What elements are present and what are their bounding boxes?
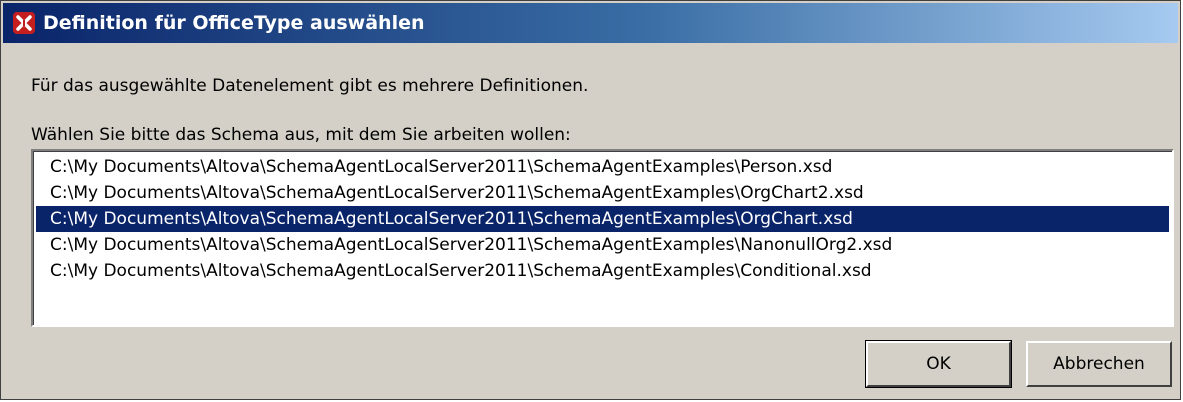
cancel-button[interactable]: Abbrechen [1026, 341, 1172, 387]
window-title: Definition für OfficeType auswählen [43, 12, 425, 34]
schema-list-item[interactable]: C:\My Documents\Altova\SchemaAgentLocalS… [36, 232, 1169, 258]
schema-list-item[interactable]: C:\My Documents\Altova\SchemaAgentLocalS… [36, 258, 1169, 284]
title-bar[interactable]: Definition für OfficeType auswählen [3, 3, 1178, 43]
schema-prompt-label: Wählen Sie bitte das Schema aus, mit dem… [31, 125, 571, 145]
schema-listbox[interactable]: C:\My Documents\Altova\SchemaAgentLocalS… [31, 149, 1174, 327]
info-message: Für das ausgewählte Datenelement gibt es… [31, 76, 589, 96]
ok-button[interactable]: OK [865, 340, 1012, 388]
schema-list-item-selected[interactable]: C:\My Documents\Altova\SchemaAgentLocalS… [36, 206, 1169, 232]
schema-list-item[interactable]: C:\My Documents\Altova\SchemaAgentLocalS… [36, 154, 1169, 180]
altova-logo-icon [13, 12, 35, 34]
schema-list-item[interactable]: C:\My Documents\Altova\SchemaAgentLocalS… [36, 180, 1169, 206]
select-definition-dialog: Definition für OfficeType auswählen Für … [0, 0, 1181, 400]
